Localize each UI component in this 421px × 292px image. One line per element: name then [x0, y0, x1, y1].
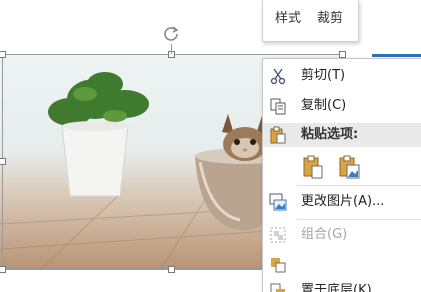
context-menu: 剪切(T) 复制(C) 粘贴选项: 更改图片(A)... 组合(G) 置于底层(…	[262, 58, 421, 292]
menu-separator	[297, 219, 421, 220]
resize-handle-bottom-left[interactable]	[0, 266, 6, 273]
menu-item-bring-forward[interactable]	[263, 252, 421, 278]
rotate-handle-icon[interactable]	[161, 24, 181, 44]
menu-separator	[297, 185, 421, 186]
menu-item-label: 置于底层(K)	[301, 283, 372, 292]
clipboard-icon	[269, 126, 287, 144]
bring-forward-icon	[269, 256, 287, 274]
accent-strip	[372, 54, 421, 57]
menu-item-label: 复制(C)	[301, 98, 347, 113]
menu-item-label: 组合(G)	[301, 227, 348, 242]
change-picture-icon	[269, 193, 287, 211]
paste-options-header: 粘贴选项:	[263, 123, 421, 147]
menu-item-copy[interactable]: 复制(C)	[263, 93, 421, 119]
menu-item-label: 更改图片(A)...	[301, 194, 385, 209]
scissors-icon	[269, 67, 287, 85]
paste-picture-icon	[337, 155, 361, 184]
send-backward-icon	[269, 282, 287, 292]
paste-keep-format-option[interactable]	[301, 154, 325, 180]
paste-picture-option[interactable]	[337, 154, 361, 180]
menu-item-label: 剪切(T)	[301, 68, 346, 83]
menu-item-send-backward[interactable]: 置于底层(K)	[263, 278, 421, 292]
menu-item-change-picture[interactable]: 更改图片(A)...	[263, 189, 421, 215]
document-canvas: 样式 裁剪 剪切(T) 复制(C) 粘贴选项: 更改图片(A)... 组合(G)…	[0, 0, 421, 292]
resize-handle-middle-left[interactable]	[0, 158, 6, 165]
menu-item-cut[interactable]: 剪切(T)	[263, 63, 421, 89]
paste-options-label: 粘贴选项:	[301, 127, 359, 142]
paste-keep-format-icon	[301, 155, 325, 184]
copy-icon	[269, 97, 287, 115]
picture-mini-toolbar: 样式 裁剪	[262, 0, 359, 42]
resize-handle-top-left[interactable]	[0, 51, 6, 58]
style-button[interactable]: 样式	[275, 10, 301, 28]
rotate-handle-stem	[171, 44, 172, 54]
resize-handle-top-right[interactable]	[339, 51, 346, 58]
resize-handle-bottom-middle[interactable]	[168, 266, 175, 273]
menu-item-group[interactable]: 组合(G)	[263, 222, 421, 248]
group-icon	[269, 226, 287, 244]
crop-button[interactable]: 裁剪	[317, 10, 343, 28]
